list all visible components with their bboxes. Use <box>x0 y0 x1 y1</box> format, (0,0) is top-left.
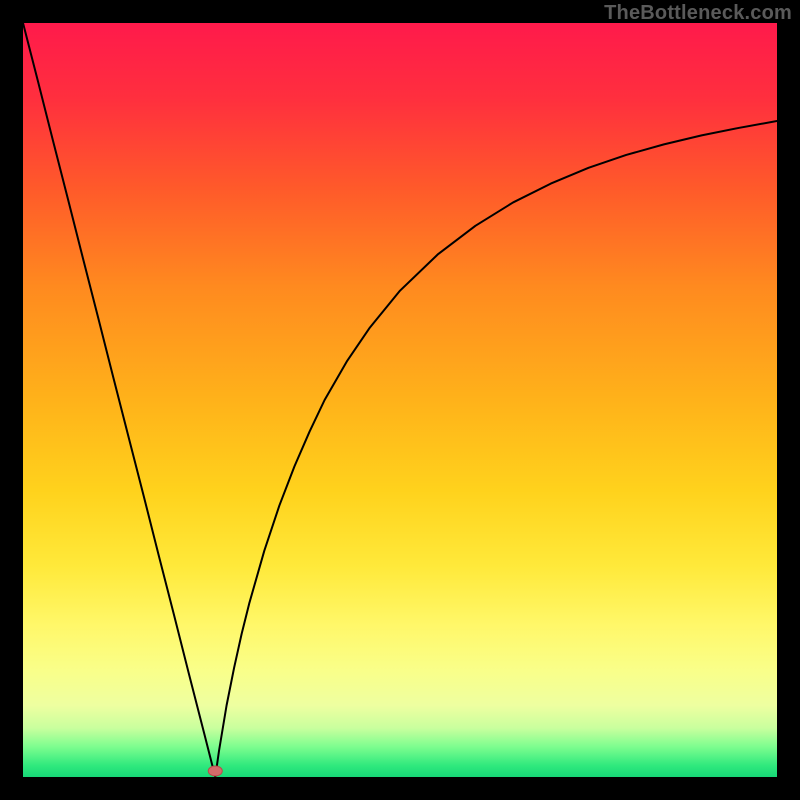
optimum-marker <box>208 766 222 776</box>
watermark-text: TheBottleneck.com <box>604 2 792 25</box>
gradient-background <box>23 23 777 777</box>
chart-frame: TheBottleneck.com <box>0 0 800 800</box>
bottleneck-chart <box>23 23 777 777</box>
